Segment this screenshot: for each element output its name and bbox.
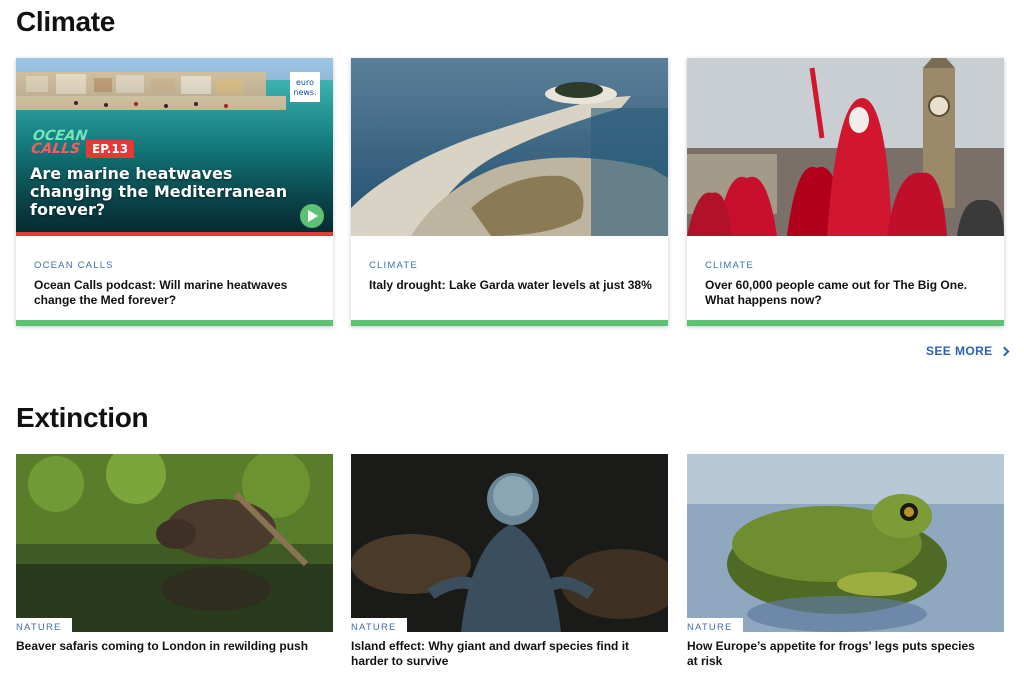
see-more-label: SEE MORE — [926, 344, 993, 358]
article-headline[interactable]: Over 60,000 people came out for The Big … — [705, 278, 990, 308]
section-title-extinction: Extinction — [16, 402, 149, 433]
article-card[interactable]: NATURE Island effect: Why giant and dwar… — [351, 454, 668, 681]
article-image — [351, 58, 668, 236]
overlay-line1: Are marine heatwaves — [30, 164, 233, 183]
chevron-right-icon — [999, 346, 1009, 357]
article-headline[interactable]: Italy drought: Lake Garda water levels a… — [369, 278, 654, 293]
overlay-line2: changing the Mediterranean — [30, 182, 288, 201]
article-card[interactable]: CLIMATE Italy drought: Lake Garda water … — [351, 58, 668, 326]
episode-badge: EP.13 — [86, 140, 135, 158]
euronews-logo-top: euro — [296, 78, 314, 87]
article-image — [687, 58, 1004, 236]
card-accent-bar — [687, 320, 1004, 326]
article-category: NATURE — [16, 618, 72, 633]
article-category: NATURE — [351, 618, 407, 633]
article-image — [687, 454, 1004, 632]
see-more-link[interactable]: SEE MORE — [926, 344, 1009, 358]
article-category: CLIMATE — [705, 260, 754, 271]
article-headline[interactable]: Ocean Calls podcast: Will marine heatwav… — [34, 278, 319, 308]
article-card[interactable]: CLIMATE Over 60,000 people came out for … — [687, 58, 1004, 326]
article-category: NATURE — [687, 618, 743, 633]
overlay-line3: forever? — [30, 200, 106, 219]
article-image — [351, 454, 668, 632]
show-logo-line2: CALLS — [30, 141, 82, 157]
article-headline[interactable]: Island effect: Why giant and dwarf speci… — [351, 639, 651, 669]
article-card[interactable]: euro news. OCEAN CALLS EP.13 Are marine … — [16, 58, 333, 326]
euronews-logo-bottom: news. — [293, 88, 316, 97]
card-accent-bar — [16, 320, 333, 326]
article-headline[interactable]: Beaver safaris coming to London in rewil… — [16, 639, 316, 654]
card-accent-bar — [351, 320, 668, 326]
article-card[interactable]: NATURE Beaver safaris coming to London i… — [16, 454, 333, 681]
article-category: OCEAN CALLS — [34, 260, 114, 271]
article-headline[interactable]: How Europe’s appetite for frogs' legs pu… — [687, 639, 987, 669]
section-title-climate: Climate — [16, 6, 116, 37]
article-image — [16, 454, 333, 632]
article-card[interactable]: NATURE How Europe’s appetite for frogs' … — [687, 454, 1004, 681]
article-category: CLIMATE — [369, 260, 418, 271]
